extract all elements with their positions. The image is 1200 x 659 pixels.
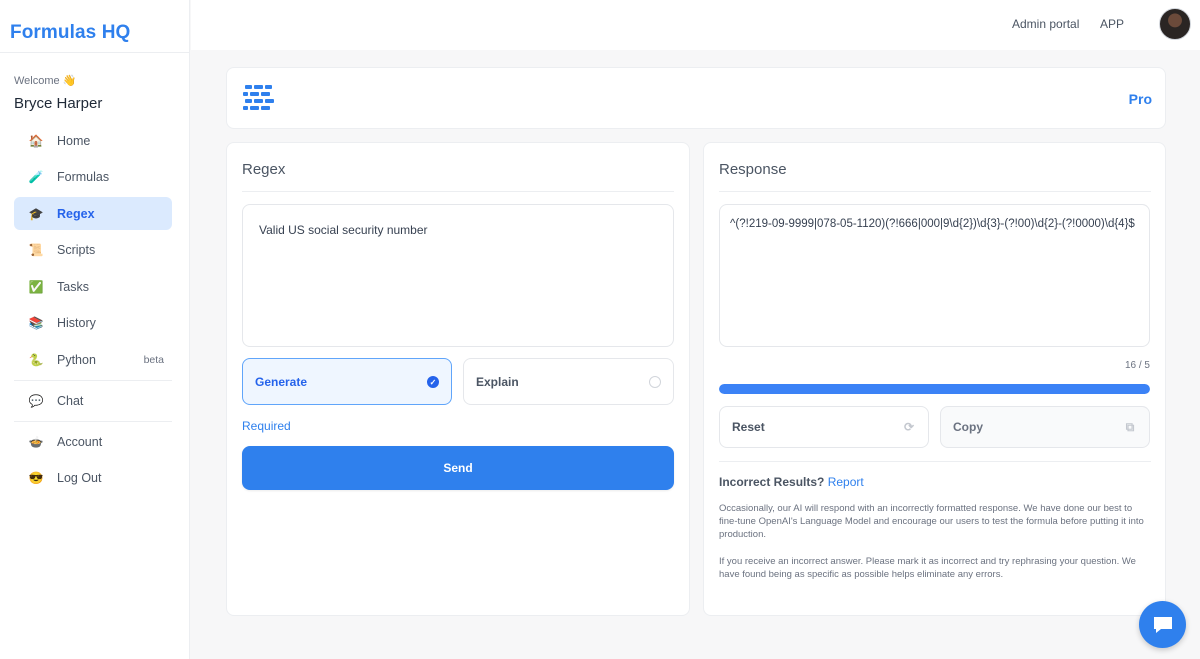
- copy-icon: ⧉: [1125, 420, 1135, 434]
- books-icon: 📚: [28, 316, 44, 330]
- sidebar-item-label: History: [57, 316, 96, 330]
- sidebar-item-label: Log Out: [57, 471, 102, 485]
- graduation-cap-icon: 🎓: [28, 206, 44, 221]
- sidebar-item-regex[interactable]: 🎓 Regex: [14, 197, 172, 230]
- chat-icon: [1153, 616, 1172, 633]
- sidebar-item-chat[interactable]: 💬 Chat: [14, 384, 172, 417]
- disclaimer-paragraph: Occasionally, our AI will respond with a…: [719, 503, 1144, 540]
- required-hint: Required: [242, 419, 291, 433]
- sidebar-item-label: Home: [57, 133, 91, 148]
- panel-divider: [719, 461, 1151, 462]
- sidebar-item-python[interactable]: 🐍 Python beta: [14, 343, 172, 376]
- sidebar-item-scripts[interactable]: 📜 Scripts: [14, 234, 172, 267]
- bricks-icon: [243, 85, 274, 110]
- brand-divider: [0, 52, 190, 53]
- brand-logo[interactable]: Formulas HQ: [10, 22, 130, 44]
- copy-button[interactable]: Copy ⧉: [940, 406, 1150, 448]
- sidebar-item-label: Python: [57, 352, 96, 367]
- option-explain[interactable]: Explain: [463, 358, 674, 405]
- reset-label: Reset: [732, 420, 765, 434]
- scroll-icon: 📜: [28, 243, 44, 257]
- sidebar-item-account[interactable]: 🍲 Account: [14, 425, 172, 458]
- usage-counter: 16 / 5: [1124, 360, 1150, 371]
- response-output[interactable]: ^(?!219-09-9999|078-05-1120)(?!666|000|9…: [719, 204, 1150, 347]
- sidebar: Formulas HQ Welcome 👋 Bryce Harper 🏠 Hom…: [0, 0, 190, 659]
- incorrect-label: Incorrect Results?: [719, 475, 825, 489]
- sidebar-item-label: Account: [57, 434, 103, 449]
- panel-divider: [242, 191, 674, 192]
- response-panel-title: Response: [719, 161, 787, 178]
- check-circle-icon: ✓: [427, 376, 439, 388]
- regex-panel-title: Regex: [242, 161, 286, 178]
- sunglasses-icon: 😎: [28, 471, 44, 485]
- sidebar-item-label: Tasks: [57, 279, 89, 294]
- plan-banner: Pro: [226, 67, 1166, 129]
- sidebar-item-label: Regex: [57, 206, 95, 221]
- sidebar-item-logout[interactable]: 😎 Log Out: [14, 462, 172, 495]
- user-name: Bryce Harper: [14, 95, 103, 112]
- panel-divider: [719, 191, 1151, 192]
- checkmark-icon: ✅: [28, 279, 44, 294]
- admin-portal-link[interactable]: Admin portal: [1012, 17, 1079, 31]
- radio-circle-icon: [649, 376, 661, 388]
- avatar[interactable]: [1159, 8, 1191, 40]
- option-label: Explain: [476, 374, 519, 389]
- reset-button[interactable]: Reset ⟳: [719, 406, 929, 448]
- welcome-text: Welcome 👋: [14, 75, 77, 87]
- disclaimer-paragraph: If you receive an incorrect answer. Plea…: [719, 556, 1136, 580]
- sidebar-item-tasks[interactable]: ✅ Tasks: [14, 270, 172, 303]
- snake-icon: 🐍: [28, 352, 44, 367]
- regex-prompt-input[interactable]: Valid US social security number: [242, 204, 674, 347]
- sidebar-item-history[interactable]: 📚 History: [14, 307, 172, 340]
- copy-label: Copy: [953, 420, 983, 434]
- refresh-icon: ⟳: [903, 420, 915, 434]
- test-tube-icon: 🧪: [28, 170, 44, 184]
- bowl-icon: 🍲: [28, 434, 44, 449]
- sidebar-item-label: Chat: [57, 393, 84, 408]
- chat-widget-button[interactable]: [1139, 601, 1186, 648]
- nav-divider: [14, 379, 172, 381]
- sidebar-nav: 🏠 Home 🧪 Formulas 🎓 Regex 📜 Scripts ✅ Ta…: [14, 124, 172, 498]
- sidebar-item-label: Formulas: [57, 170, 110, 184]
- option-label: Generate: [255, 374, 308, 389]
- speech-bubble-icon: 💬: [28, 393, 44, 408]
- plan-label[interactable]: Pro: [1129, 91, 1152, 107]
- sidebar-item-formulas[interactable]: 🧪 Formulas: [14, 161, 172, 194]
- nav-divider: [14, 420, 172, 422]
- beta-badge: beta: [143, 353, 164, 366]
- house-icon: 🏠: [28, 133, 44, 148]
- sidebar-item-home[interactable]: 🏠 Home: [14, 124, 172, 157]
- incorrect-results: Incorrect Results? Report: [719, 475, 864, 489]
- usage-progress-bar: [719, 384, 1150, 394]
- sidebar-item-label: Scripts: [57, 243, 96, 257]
- send-button[interactable]: Send: [242, 446, 674, 490]
- option-generate[interactable]: Generate ✓: [242, 358, 452, 405]
- usage-progress-fill: [719, 384, 1150, 394]
- app-link[interactable]: APP: [1100, 17, 1124, 31]
- report-link[interactable]: Report: [828, 475, 864, 489]
